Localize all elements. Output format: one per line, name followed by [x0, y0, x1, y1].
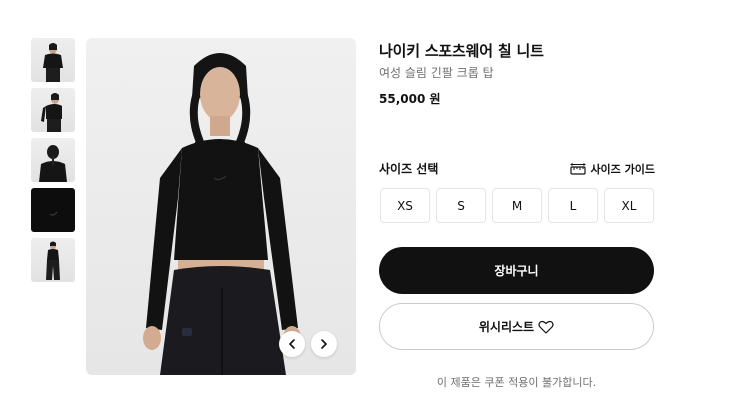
product-title: 나이키 스포츠웨어 칠 니트: [379, 42, 544, 60]
product-info-panel: 나이키 스포츠웨어 칠 니트 여성 슬림 긴팔 크롭 탑 55,000 원 사이…: [379, 40, 655, 389]
thumbnail-2[interactable]: [31, 88, 75, 132]
fabric-detail-thumbnail: [49, 211, 58, 216]
chevron-left-icon: [289, 339, 295, 349]
size-option-xl[interactable]: XL: [604, 188, 654, 223]
thumbnail-4[interactable]: [31, 188, 75, 232]
coupon-notice: 이 제품은 쿠폰 적용이 불가합니다.: [436, 376, 597, 389]
thumbnail-list: [31, 38, 75, 288]
add-to-cart-button[interactable]: 장바구니: [379, 247, 654, 294]
model-front-thumbnail: [43, 43, 63, 82]
size-guide-link[interactable]: 사이즈 가이드: [570, 161, 655, 177]
model-photo: [143, 53, 301, 375]
size-option-s[interactable]: S: [436, 188, 486, 223]
heart-icon: [538, 320, 554, 334]
next-image-button[interactable]: [311, 331, 337, 357]
size-option-xs[interactable]: XS: [380, 188, 430, 223]
model-angle-thumbnail: [41, 93, 62, 132]
model-back-thumbnail: [39, 145, 67, 182]
main-product-image: [86, 38, 356, 375]
ruler-icon: [570, 162, 587, 175]
thumbnail-5[interactable]: [31, 238, 75, 282]
size-option-l[interactable]: L: [548, 188, 598, 223]
previous-image-button[interactable]: [279, 331, 305, 357]
size-guide-label: 사이즈 가이드: [590, 162, 655, 176]
product-subtitle: 여성 슬림 긴팔 크롭 탑: [379, 66, 494, 80]
size-option-m[interactable]: M: [492, 188, 542, 223]
chevron-right-icon: [321, 339, 327, 349]
thumbnail-1[interactable]: [31, 38, 75, 82]
wishlist-button[interactable]: 위시리스트: [379, 303, 654, 350]
wishlist-label: 위시리스트: [478, 320, 535, 334]
model-full-thumbnail: [46, 241, 60, 280]
size-header: 사이즈 선택 사이즈 가이드: [379, 160, 655, 177]
size-select-label: 사이즈 선택: [379, 162, 439, 176]
size-options: XS S M L XL: [380, 188, 654, 223]
product-price: 55,000 원: [379, 92, 441, 106]
thumbnail-3[interactable]: [31, 138, 75, 182]
add-to-cart-label: 장바구니: [494, 264, 539, 278]
